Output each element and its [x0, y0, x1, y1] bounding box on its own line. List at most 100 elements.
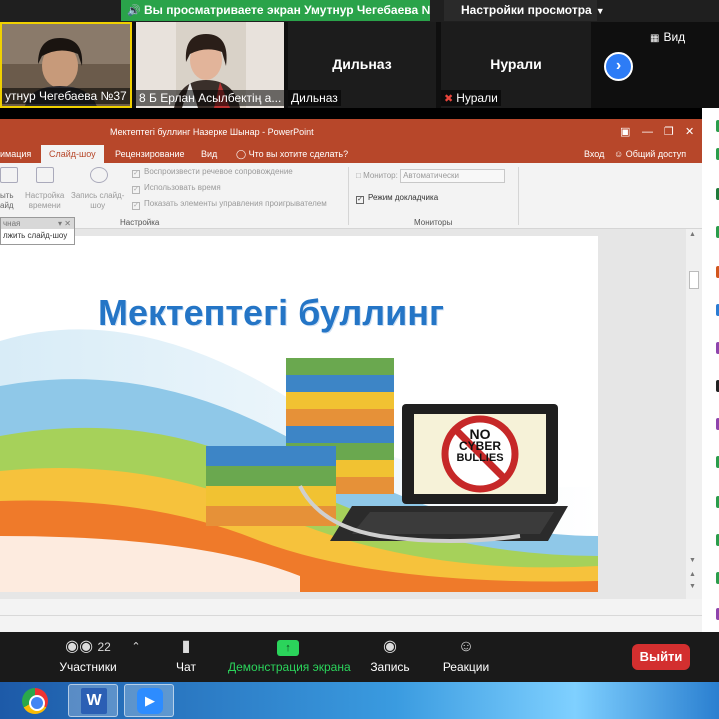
scroll-thumb[interactable]: [689, 271, 699, 289]
participants-label: Участники: [59, 660, 117, 674]
monitor-selector[interactable]: □ Монитор: Автоматически: [356, 169, 506, 183]
slide-workarea: Мектептегі буллинг NO CYBER BULLIES ▲ ▼ …: [0, 229, 702, 599]
reactions-label: Реакции: [442, 660, 490, 674]
sign-line-cyber: CYBER: [458, 439, 501, 453]
right-edge-strip: [702, 108, 719, 632]
participant-name-row: ✖ Нурали: [441, 90, 501, 106]
leave-button[interactable]: Выйти: [632, 644, 690, 670]
prev-slide-icon[interactable]: ▲: [689, 571, 696, 578]
signin-link[interactable]: Вход: [584, 145, 604, 163]
record-button[interactable]: ◉ Запись: [368, 632, 412, 682]
participant-tile[interactable]: утнур Чегебаева №37: [0, 22, 132, 108]
timings-checkbox[interactable]: ✓ Использовать время: [132, 183, 221, 194]
tab-slideshow[interactable]: Слайд-шоу: [41, 145, 104, 163]
presenter-view-checkbox[interactable]: ✓ Режим докладчика: [356, 193, 438, 204]
view-label: Вид: [663, 30, 686, 44]
sharing-text: Вы просматриваете экран Умутнур Чегебаев…: [144, 3, 430, 17]
grid-icon: ▦: [650, 33, 660, 44]
share-button[interactable]: ☺ Общий доступ: [614, 145, 686, 163]
share-screen-icon: ↑: [228, 637, 348, 657]
hide-slide-icon[interactable]: [0, 167, 18, 185]
scroll-up-icon[interactable]: ▲: [689, 231, 696, 238]
rehearse-timings-icon[interactable]: [36, 167, 54, 185]
ribbon-tabs: имация Слайд-шоу Рецензирование Вид ◯ Чт…: [0, 145, 702, 163]
sharing-indicator: 🔊 Вы просматриваете экран Умутнур Чегебае…: [121, 0, 430, 21]
group-label-monitors: Мониторы: [414, 218, 453, 227]
minimize-icon[interactable]: —: [642, 119, 653, 145]
narration-label: Воспроизвести речевое сопровождение: [144, 167, 293, 176]
participant-name: Нурали: [456, 91, 498, 105]
record-slideshow-icon[interactable]: [90, 167, 108, 185]
slide-background-art: [0, 236, 598, 592]
restore-icon[interactable]: ❐: [664, 119, 674, 145]
controls-checkbox[interactable]: ✓ Показать элементы управления проигрыват…: [132, 199, 327, 210]
participant-tile[interactable]: Дильназ Дильназ: [288, 22, 436, 108]
ribbon-display-icon[interactable]: ▣: [620, 119, 630, 145]
record-label: Запись: [370, 660, 410, 674]
ribbon: ыть айд Настройка времени Запись слайд-шоу…: [0, 163, 702, 229]
next-page-button[interactable]: ›: [604, 52, 633, 81]
participants-menu-chevron[interactable]: ⌃: [128, 632, 144, 682]
participant-name: утнур Чегебаева №37: [2, 88, 130, 104]
tell-me-text: Что вы хотите сделать?: [248, 149, 349, 159]
meeting-controls: ◉◉ 22 Участники ⌃ ▮ Чат ↑ Демонстрация э…: [0, 632, 719, 682]
monitor-combo[interactable]: Автоматически: [400, 169, 506, 183]
share-screen-button[interactable]: ↑ Демонстрация экрана: [228, 632, 351, 682]
chat-button[interactable]: ▮ Чат: [166, 632, 206, 682]
record-slideshow-button[interactable]: Запись слайд-шоу: [71, 191, 124, 211]
participants-button[interactable]: ◉◉ 22 Участники: [52, 632, 124, 682]
window-title: Мектептегі буллинг Назерке Шынар - Power…: [110, 127, 314, 137]
participant-name: Дильназ: [288, 90, 341, 106]
participant-tile[interactable]: 8 Б Ерлан Асылбектің а...: [136, 22, 284, 108]
taskbar-zoom[interactable]: ▶: [124, 684, 174, 717]
no-cyber-bullies-sign: NO CYBER BULLIES: [450, 427, 510, 464]
participants-icon: ◉◉ 22: [65, 638, 111, 655]
powerpoint-window: Мектептегі буллинг Назерке Шынар - Power…: [0, 119, 702, 634]
chevron-down-icon: ▼: [595, 6, 605, 16]
participants-count: 22: [97, 640, 111, 654]
presenter-view-label: Режим докладчика: [368, 193, 439, 202]
sharing-banner: 🔊 Вы просматриваете экран Умутнур Чегебае…: [0, 0, 719, 22]
rehearse-label-1: Настройка: [25, 191, 65, 200]
slide-title: Мектептегі буллинг: [98, 292, 444, 333]
tell-me-box[interactable]: ◯ Что вы хотите сделать?: [236, 145, 348, 163]
record-label-1: Запись слайд-: [71, 191, 125, 200]
dropdown-item[interactable]: лжить слайд-шоу: [1, 229, 74, 243]
slide-canvas[interactable]: Мектептегі буллинг NO CYBER BULLIES: [0, 236, 598, 592]
hide-slide-button[interactable]: ыть айд: [0, 191, 14, 211]
monitor-label: Монитор:: [363, 171, 398, 181]
participant-display-name: Дильназ: [332, 56, 392, 72]
hide-slide-label-1: ыть: [0, 191, 14, 200]
monitor-icon: □: [356, 171, 364, 181]
dropdown-header-text: чная: [3, 219, 21, 228]
participant-name: 8 Б Ерлан Асылбектің а...: [136, 90, 284, 106]
chrome-icon: [22, 688, 48, 714]
view-settings-button[interactable]: Настройки просмотра ▼: [444, 0, 605, 21]
group-label-setup: Настройка: [120, 218, 160, 227]
tab-view[interactable]: Вид: [201, 145, 217, 163]
close-icon[interactable]: ▾ ✕: [58, 218, 71, 229]
taskbar-chrome[interactable]: [10, 684, 60, 717]
hide-slide-label-2: айд: [0, 201, 14, 210]
tab-animation[interactable]: имация: [0, 145, 31, 163]
tab-review[interactable]: Рецензирование: [115, 145, 185, 163]
share-label: Общий доступ: [625, 149, 687, 159]
slideshow-dropdown[interactable]: чная ▾ ✕ лжить слайд-шоу: [0, 217, 75, 245]
reactions-button[interactable]: ☺ Реакции: [440, 632, 492, 682]
scroll-down-icon[interactable]: ▼: [689, 557, 696, 564]
taskbar-word[interactable]: W: [68, 684, 118, 717]
narration-checkbox[interactable]: ✓ Воспроизвести речевое сопровождение: [132, 167, 293, 178]
lightbulb-icon: ◯: [236, 149, 249, 159]
speaker-icon: 🔊: [127, 5, 141, 17]
vertical-scrollbar[interactable]: ▲ ▼ ▲ ▼: [686, 229, 702, 599]
rehearse-timings-button[interactable]: Настройка времени: [25, 191, 64, 211]
ribbon-separator: [348, 167, 349, 225]
word-icon: W: [81, 688, 107, 714]
next-slide-icon[interactable]: ▼: [689, 583, 696, 590]
chevron-right-icon: ›: [615, 57, 622, 74]
record-icon: ◉: [383, 638, 397, 655]
sign-line-bullies: BULLIES: [456, 452, 504, 464]
view-button[interactable]: ▦ Вид: [650, 30, 685, 44]
participant-tile[interactable]: Нурали ✖ Нурали: [441, 22, 591, 108]
close-icon[interactable]: ✕: [685, 119, 694, 145]
